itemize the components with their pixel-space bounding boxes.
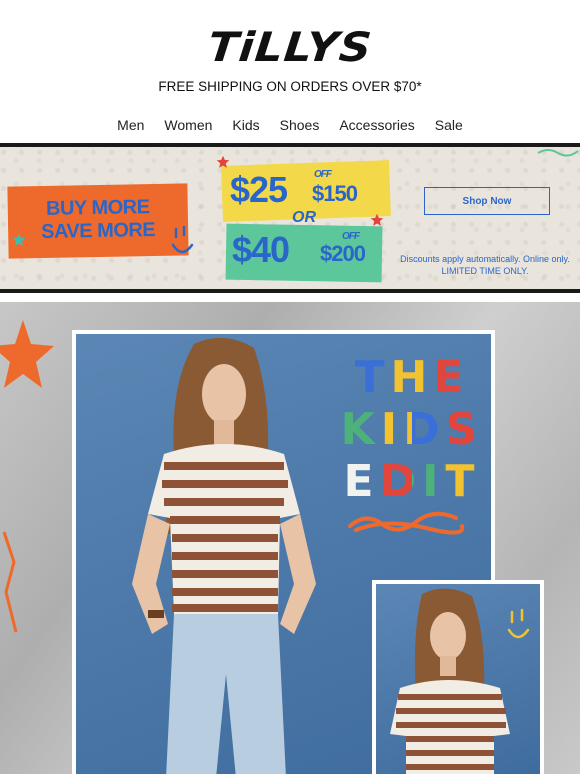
nav-item-kids[interactable]: Kids [232, 117, 259, 133]
nav-item-women[interactable]: Women [164, 117, 212, 133]
brand-logo: TiLLYS [205, 24, 375, 71]
promo-headline-line1: BUY MORE [45, 196, 150, 220]
offer1-amount: $25 [230, 169, 288, 210]
orange-star-icon [0, 320, 54, 388]
or-separator: OR [292, 209, 316, 226]
orange-scribble-icon [348, 511, 465, 535]
offer1-off-label: OFF [314, 169, 332, 180]
nav-item-sale[interactable]: Sale [435, 117, 463, 133]
title-line-the: THE [332, 352, 491, 404]
teal-star-icon [12, 233, 26, 246]
title-line2: KIDS [340, 404, 484, 455]
title-line-edit: EDIT [332, 456, 491, 508]
logo-link[interactable]: TiLLYS [0, 24, 580, 72]
kids-edit-hero[interactable]: THE KIDS EDIT [0, 302, 580, 774]
offer1-threshold: $150 [312, 181, 358, 206]
smiley-doodle-icon [171, 225, 194, 254]
yellow-smiley-doodle-icon [507, 608, 530, 639]
free-shipping-banner: FREE SHIPPING ON ORDERS OVER $70* [158, 79, 422, 94]
nav-item-shoes[interactable]: Shoes [280, 117, 320, 133]
title-line-kids: KIDS [332, 404, 491, 456]
red-star-icon [216, 155, 230, 168]
orange-doodle-icon [2, 531, 18, 633]
secondary-model-photo [376, 584, 540, 774]
promo-disclaimer: Discounts apply automatically. Online on… [394, 253, 576, 277]
model-figure [132, 337, 316, 774]
disclaimer-line2: LIMITED TIME ONLY. [441, 266, 529, 276]
disclaimer-line1: Discounts apply automatically. Online on… [400, 254, 570, 264]
offer2-amount: $40 [232, 229, 290, 270]
title-line3: EDIT [343, 456, 481, 507]
secondary-photo-frame [372, 580, 544, 774]
shop-now-button[interactable]: Shop Now [424, 187, 550, 215]
kids-edit-title: THE KIDS EDIT [332, 352, 491, 508]
buy-more-save-more-tag: BUY MORE SAVE MORE [7, 183, 189, 259]
nav-item-accessories[interactable]: Accessories [339, 117, 414, 133]
nav-item-men[interactable]: Men [117, 117, 144, 133]
red-star-icon-2 [370, 213, 384, 226]
promo-headline-line2: SAVE MORE [40, 219, 156, 243]
title-line1: THE [354, 352, 470, 403]
main-nav: Men Women Kids Shoes Accessories Sale [0, 117, 580, 133]
promo-banner[interactable]: BUY MORE SAVE MORE $25 OFF $150 OR $40 O… [0, 143, 580, 293]
green-scribble-icon [537, 149, 579, 157]
offer2-threshold: $200 [320, 241, 366, 266]
